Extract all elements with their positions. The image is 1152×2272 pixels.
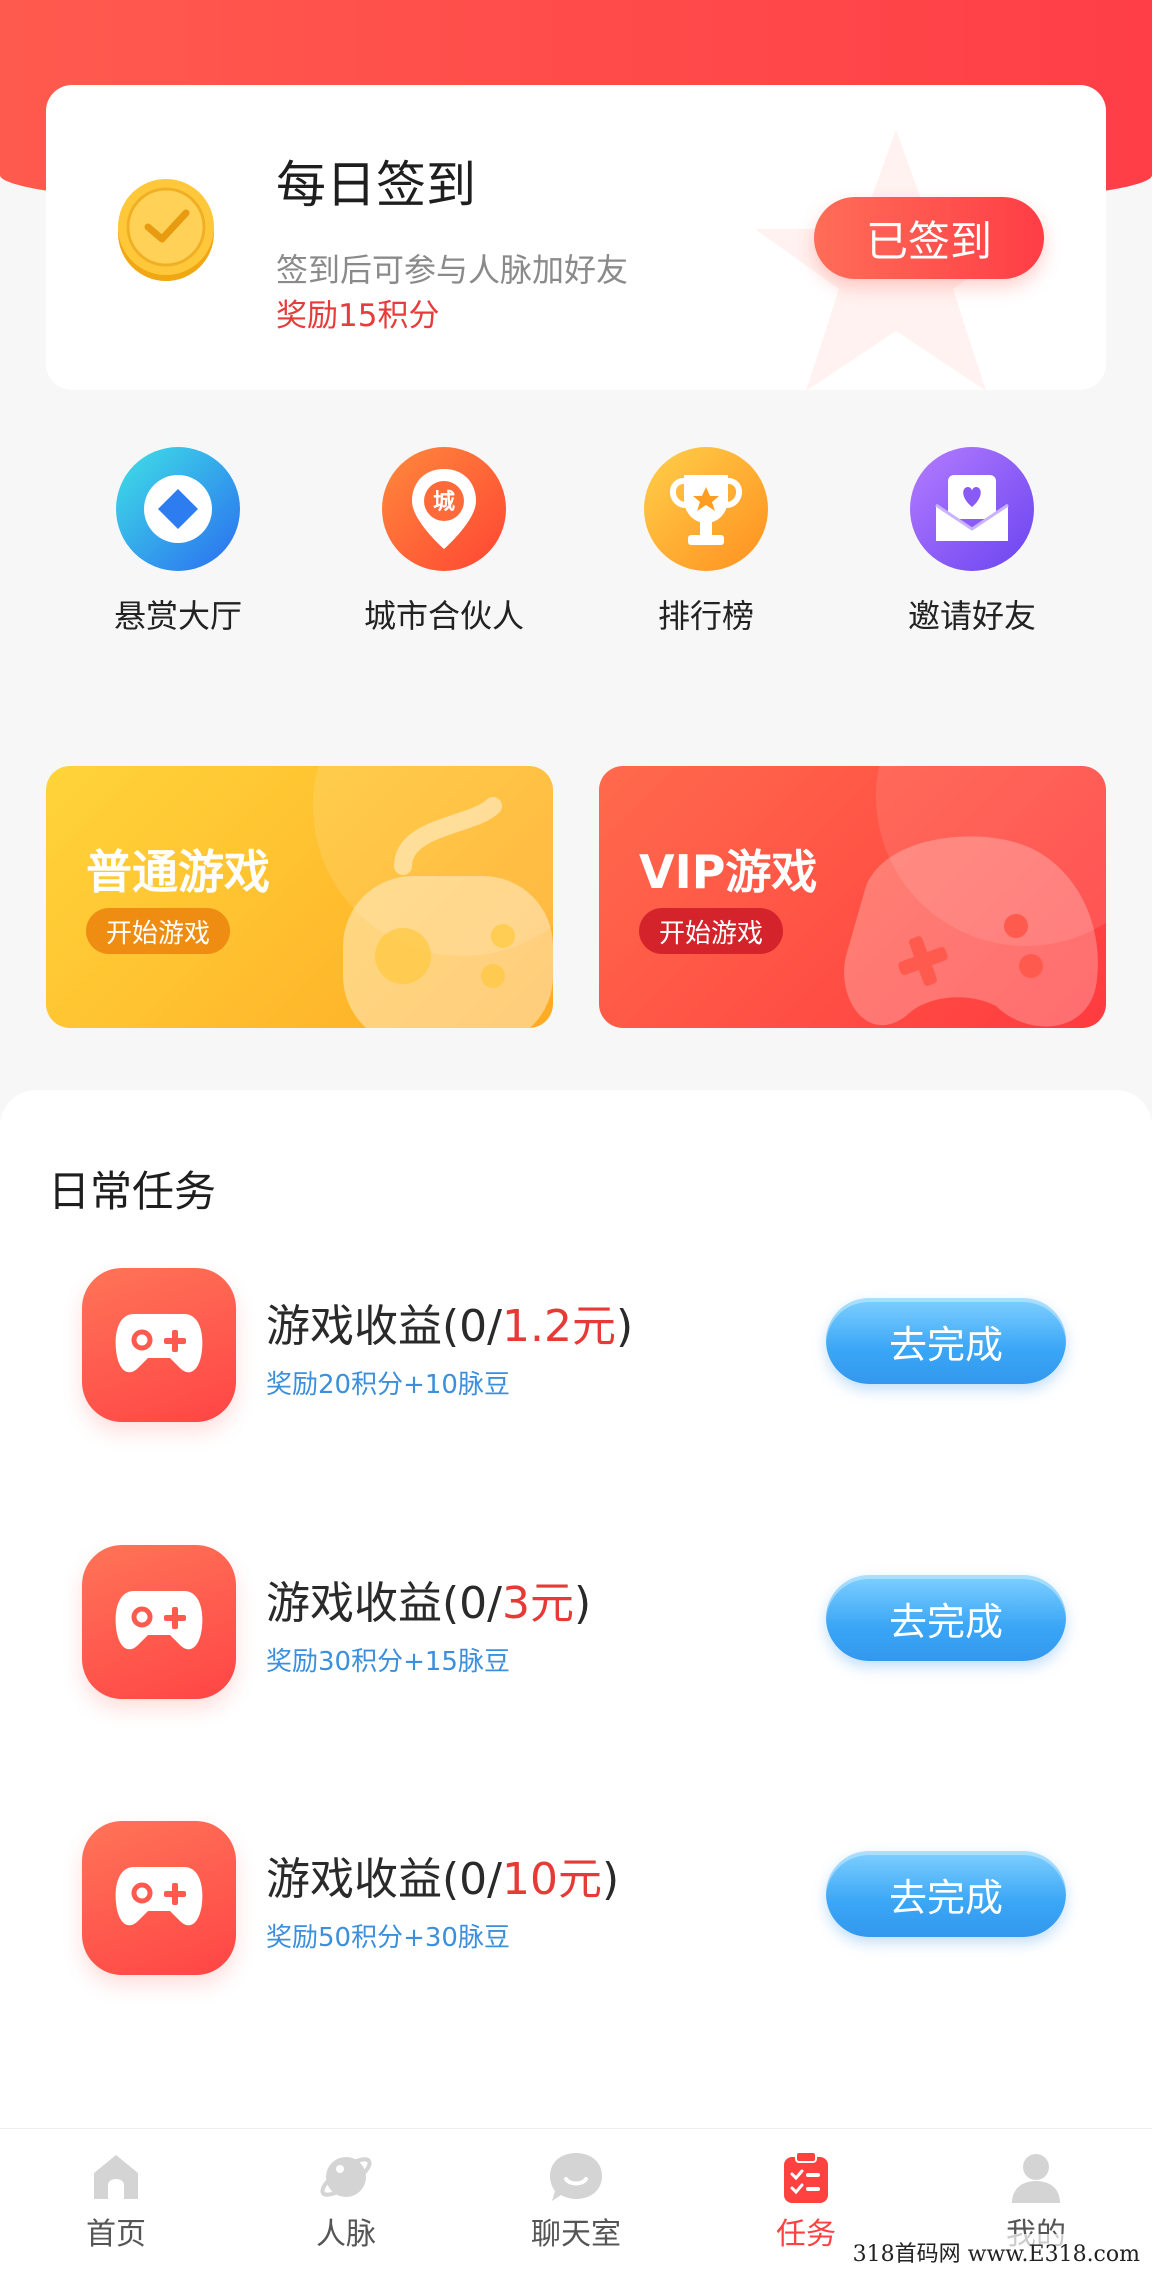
home-icon <box>94 2155 138 2199</box>
task-reward: 奖励50积分+30脉豆 <box>266 1923 510 1953</box>
quick-item-city-partner[interactable]: 城 城市合伙人 <box>334 445 554 637</box>
normal-game-card[interactable]: 普通游戏 开始游戏 <box>46 766 553 1028</box>
checked-in-button[interactable]: 已签到 <box>814 197 1044 279</box>
go-complete-button[interactable]: 去完成 <box>826 1851 1066 1937</box>
gamepad-decoration-icon <box>313 766 553 1028</box>
tab-home[interactable]: 首页 <box>36 2147 196 2253</box>
quick-label-leaderboard: 排行榜 <box>657 597 754 635</box>
city-pin-icon: 城 <box>382 447 506 571</box>
task-clipboard-icon <box>784 2151 828 2203</box>
gamepad-icon <box>115 1314 203 1373</box>
diamond-coin-icon <box>116 447 240 571</box>
gamepad-icon <box>115 1867 203 1926</box>
checkin-description: 签到后可参与人脉加好友 <box>276 251 629 289</box>
go-complete-button[interactable]: 去完成 <box>826 1575 1066 1661</box>
task-amount: 10元 <box>501 1854 602 1905</box>
site-watermark: 318首码网 www.E318.com <box>846 2234 1146 2270</box>
daily-tasks-title: 日常任务 <box>48 1167 217 1216</box>
chat-icon <box>550 2153 602 2201</box>
vip-game-card[interactable]: VIP游戏 开始游戏 <box>599 766 1106 1028</box>
task-row: 游戏收益(0/10元) 奖励50积分+30脉豆 去完成 <box>0 1821 1152 1981</box>
task-amount: 3元 <box>501 1578 574 1629</box>
daily-tasks-panel: 日常任务 游戏收益(0/1.2元) 奖励20积分+10脉豆 去完成 游戏收益(0… <box>0 1090 1152 2130</box>
checkin-title: 每日签到 <box>276 156 476 214</box>
task-icon <box>82 1268 236 1422</box>
task-row: 游戏收益(0/1.2元) 奖励20积分+10脉豆 去完成 <box>0 1268 1152 1428</box>
tab-label-chatroom: 聊天室 <box>531 2217 621 2252</box>
trophy-icon <box>644 447 768 571</box>
vip-game-title: VIP游戏 <box>639 845 818 899</box>
quick-nav: 悬赏大厅 城 城市合伙人 排行榜 邀请好友 <box>0 445 1152 655</box>
task-name: 游戏收益(0/10元) <box>266 1854 620 1905</box>
heart-mail-icon <box>910 447 1034 571</box>
task-name: 游戏收益(0/1.2元) <box>266 1301 634 1352</box>
planet-icon <box>320 2157 372 2197</box>
tab-label-home: 首页 <box>86 2217 146 2252</box>
task-name: 游戏收益(0/3元) <box>266 1578 592 1629</box>
task-reward: 奖励20积分+10脉豆 <box>266 1370 510 1400</box>
go-complete-button[interactable]: 去完成 <box>826 1298 1066 1384</box>
normal-game-start-button[interactable]: 开始游戏 <box>86 908 231 954</box>
task-icon <box>82 1545 236 1699</box>
tab-label-contacts: 人脉 <box>316 2217 376 2252</box>
normal-game-title: 普通游戏 <box>86 845 270 899</box>
quick-item-leaderboard[interactable]: 排行榜 <box>596 445 816 637</box>
tab-contacts[interactable]: 人脉 <box>266 2147 426 2253</box>
task-reward: 奖励30积分+15脉豆 <box>266 1647 510 1677</box>
tab-chatroom[interactable]: 聊天室 <box>496 2147 656 2253</box>
quick-label-bounty-hall: 悬赏大厅 <box>113 597 242 635</box>
gamepad-decoration-icon <box>844 766 1106 1027</box>
daily-checkin-card: 每日签到 签到后可参与人脉加好友 奖励15积分 已签到 <box>46 85 1106 390</box>
profile-icon <box>1012 2154 1060 2203</box>
gamepad-icon <box>115 1591 203 1650</box>
quick-item-invite-friends[interactable]: 邀请好友 <box>862 445 1082 637</box>
task-amount: 1.2元 <box>501 1301 616 1352</box>
task-row: 游戏收益(0/3元) 奖励30积分+15脉豆 去完成 <box>0 1545 1152 1705</box>
checkin-reward: 奖励15积分 <box>276 298 440 334</box>
quick-label-city-partner: 城市合伙人 <box>363 597 524 635</box>
quick-item-bounty-hall[interactable]: 悬赏大厅 <box>68 445 288 637</box>
task-icon <box>82 1821 236 1975</box>
quick-label-invite-friends: 邀请好友 <box>907 597 1036 635</box>
svg-text:城: 城 <box>433 489 455 515</box>
vip-game-start-button[interactable]: 开始游戏 <box>639 908 784 954</box>
coin-check-icon <box>118 179 214 281</box>
